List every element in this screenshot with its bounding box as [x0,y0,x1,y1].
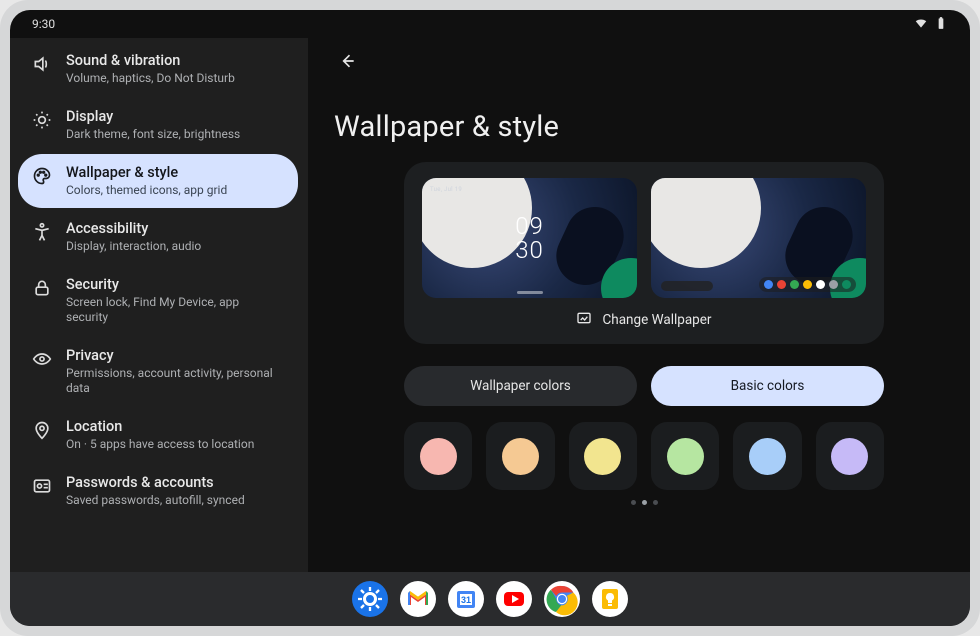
taskbar-app-chrome[interactable] [544,581,580,617]
sidebar-item-label: Privacy [66,347,284,364]
swatch-purple[interactable] [816,422,884,490]
location-icon [32,420,52,440]
preview-search-pill [661,281,713,291]
wallpaper-preview-panel: Tue, Jul 19 09 30 [404,162,884,344]
sidebar-item-sub: Colors, themed icons, app grid [66,183,227,198]
swatch-yellow[interactable] [569,422,637,490]
accessibility-icon [32,222,52,242]
sidebar-item-location[interactable]: Location On · 5 apps have access to loca… [18,408,298,462]
swatch-pager [404,500,884,505]
screen: 9:30 Sound & vibration [10,10,970,626]
preview-clock-minutes: 30 [515,238,544,262]
sidebar-item-passwords[interactable]: Passwords & accounts Saved passwords, au… [18,464,298,518]
status-right [914,16,948,33]
sidebar-item-sound[interactable]: Sound & vibration Volume, haptics, Do No… [18,42,298,96]
swatch-blue[interactable] [733,422,801,490]
sidebar-item-sub: On · 5 apps have access to location [66,437,254,452]
tab-wallpaper-colors[interactable]: Wallpaper colors [404,366,637,406]
sidebar-item-privacy[interactable]: Privacy Permissions, account activity, p… [18,337,298,406]
main-pane: Wallpaper & style Tue, Jul 19 09 30 [308,38,970,572]
swatch-green[interactable] [651,422,719,490]
preview-clock: 09 30 [515,214,544,262]
pager-dot [653,500,658,505]
taskbar-app-settings[interactable] [352,581,388,617]
pager-dot [642,500,647,505]
sidebar-item-sub: Permissions, account activity, personal … [66,366,284,396]
preview-clock-hours: 09 [515,214,544,238]
color-source-tabs: Wallpaper colors Basic colors [404,366,884,406]
taskbar-app-gmail[interactable] [400,581,436,617]
back-button[interactable] [330,44,364,78]
change-wallpaper-button[interactable]: Change Wallpaper [422,310,866,330]
sidebar-item-wallpaper[interactable]: Wallpaper & style Colors, themed icons, … [18,154,298,208]
svg-text:31: 31 [461,595,471,605]
palette-icon [32,166,52,186]
swatch-orange[interactable] [486,422,554,490]
tablet-frame: 9:30 Sound & vibration [0,0,980,636]
account-icon [32,476,52,496]
content-body: Sound & vibration Volume, haptics, Do No… [10,38,970,572]
sidebar-item-label: Sound & vibration [66,52,235,69]
lock-icon [32,278,52,298]
homescreen-preview[interactable] [651,178,866,298]
page-title: Wallpaper & style [334,110,954,144]
wifi-icon [914,16,928,33]
volume-icon [32,54,52,74]
taskbar-app-keep[interactable] [592,581,628,617]
pager-dot [631,500,636,505]
preview-date: Tue, Jul 19 [430,186,462,193]
sidebar-item-security[interactable]: Security Screen lock, Find My Device, ap… [18,266,298,335]
color-swatch-row [404,422,884,490]
change-wallpaper-label: Change Wallpaper [602,312,711,328]
sidebar-item-label: Location [66,418,254,435]
taskbar-app-youtube[interactable] [496,581,532,617]
sidebar-item-display[interactable]: Display Dark theme, font size, brightnes… [18,98,298,152]
sidebar-item-sub: Volume, haptics, Do Not Disturb [66,71,235,86]
sidebar-item-sub: Display, interaction, audio [66,239,201,254]
sidebar-item-sub: Screen lock, Find My Device, app securit… [66,295,284,325]
sidebar-item-label: Passwords & accounts [66,474,245,491]
brightness-icon [32,110,52,130]
sidebar-item-label: Wallpaper & style [66,164,227,181]
sidebar-item-accessibility[interactable]: Accessibility Display, interaction, audi… [18,210,298,264]
status-time: 9:30 [32,17,55,31]
lockscreen-preview[interactable]: Tue, Jul 19 09 30 [422,178,637,298]
battery-icon [934,16,948,33]
preview-row: Tue, Jul 19 09 30 [422,178,866,298]
tab-basic-colors[interactable]: Basic colors [651,366,884,406]
sidebar-item-label: Security [66,276,284,293]
wallpaper-change-icon [576,310,592,330]
status-bar: 9:30 [10,10,970,38]
preview-dock [759,277,856,292]
sidebar-item-sub: Dark theme, font size, brightness [66,127,240,142]
taskbar-app-calendar[interactable]: 31 [448,581,484,617]
swatch-pink[interactable] [404,422,472,490]
sidebar-item-label: Accessibility [66,220,201,237]
sidebar-item-sub: Saved passwords, autofill, synced [66,493,245,508]
privacy-icon [32,349,52,369]
taskbar: 31 [10,572,970,626]
settings-sidebar[interactable]: Sound & vibration Volume, haptics, Do No… [10,38,308,572]
sidebar-item-label: Display [66,108,240,125]
